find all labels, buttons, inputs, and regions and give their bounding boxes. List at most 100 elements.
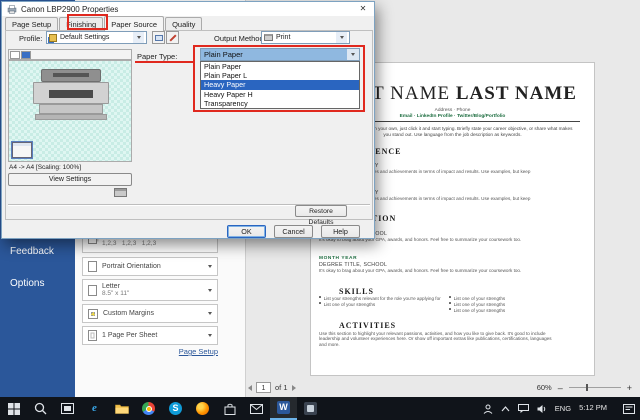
pages-per-sheet-dropdown[interactable]: 1 Page Per Sheet [82,326,218,345]
cancel-button[interactable]: Cancel [274,225,313,238]
option-plain-paper-l[interactable]: Plain Paper L [201,71,359,80]
option-heavy-paper[interactable]: Heavy Paper [201,80,359,89]
paper-type-label: Paper Type: [137,52,177,61]
clock[interactable]: 5:12 PM [579,404,607,412]
paper-type-dropdown[interactable]: Plain Paper [200,48,360,61]
file-explorer-button[interactable] [108,397,135,420]
chevron-down-icon [208,265,212,268]
education-dates: MONTH YEAR [319,256,357,261]
education-desc: It's okay to brag about your GPA, awards… [319,268,527,274]
sidebar-item-feedback[interactable]: Feedback [10,246,54,257]
paper-tray-icon[interactable] [12,142,32,158]
activities-text: Use this section to highlight your relev… [319,331,559,347]
activities-heading: ACTIVITIES [339,321,396,330]
option-transparency[interactable]: Transparency [201,99,359,108]
printer-view-button[interactable] [21,51,31,59]
skype-button[interactable]: S [162,397,189,420]
zoom-slider-thumb[interactable] [586,384,588,391]
chevron-down-icon [137,36,141,39]
language-indicator[interactable]: ENG [555,404,571,413]
sidebar-item-options[interactable]: Options [10,278,44,289]
tab-quality[interactable]: Quality [165,17,202,31]
skills-column-left: List your strengths relevant for the rol… [319,296,443,308]
edit-profile-icon [169,34,176,41]
zoom-slider[interactable] [569,387,621,388]
view-settings-button[interactable]: View Settings [8,173,132,186]
chrome-icon [142,402,155,415]
printer-status-icon [114,188,127,197]
file-explorer-icon [115,403,129,414]
chrome-button[interactable] [135,397,162,420]
option-plain-paper[interactable]: Plain Paper [201,62,359,71]
add-profile-button[interactable] [152,31,165,44]
letter-icon [88,285,97,296]
dialog-titlebar: Canon LBP2900 Properties ✕ [2,2,374,16]
orientation-dropdown[interactable]: Portrait Orientation [82,257,218,276]
chevron-down-icon [340,36,344,39]
app-button[interactable] [297,397,324,420]
zoom-out-button[interactable]: – [558,383,563,393]
taskbar: e S W ENG 5:12 PM [0,397,640,420]
page-count-label: of 1 [275,383,288,392]
profile-label: Profile: [19,34,42,43]
feedback-hub-icon[interactable] [518,404,529,413]
page-setup-link[interactable]: Page Setup [82,347,218,356]
help-button[interactable]: Help [321,225,360,238]
pages-per-sheet-label: 1 Page Per Sheet [102,332,157,339]
chevron-up-icon[interactable] [501,406,510,412]
paper-type-value: Plain Paper [204,50,243,59]
firefox-button[interactable] [189,397,216,420]
margins-label: Custom Margins [103,310,154,317]
previous-page-button[interactable] [248,385,252,391]
add-profile-icon [155,35,163,41]
restore-defaults-button[interactable]: Restore Defaults [295,205,347,217]
zoom-in-button[interactable]: + [627,383,632,393]
ok-button[interactable]: OK [227,225,266,238]
edit-profile-button[interactable] [166,31,179,44]
margins-dropdown[interactable]: Custom Margins [82,304,218,323]
close-icon[interactable]: ✕ [355,3,371,15]
chevron-down-icon [351,53,355,56]
page-per-sheet-icon [88,330,97,341]
collated-sub: 1,2,3 1,2,3 1,2,3 [102,240,156,247]
preview-toolbar [8,49,132,60]
word-button[interactable]: W [270,397,297,420]
page-view-button[interactable] [10,51,20,59]
profile-dropdown[interactable]: Default Settings [46,31,147,44]
margins-icon [88,309,98,319]
profile-value: Default Settings [60,34,109,41]
search-icon [34,402,47,415]
paper-type-options-list: Plain Paper Plain Paper L Heavy Paper He… [200,61,360,109]
edge-button[interactable]: e [81,397,108,420]
people-icon[interactable] [483,404,493,414]
page-number-input[interactable]: 1 [256,382,271,393]
paper-size-dropdown[interactable]: Letter 8.5" x 11" [82,279,218,301]
tab-page-setup[interactable]: Page Setup [5,17,58,31]
tab-paper-source[interactable]: Paper Source [104,16,164,31]
store-icon [224,403,236,415]
system-tray: ENG 5:12 PM [483,404,640,414]
dialog-title: Canon LBP2900 Properties [21,5,118,14]
search-button[interactable] [27,397,54,420]
paper-size-sub: 8.5" x 11" [102,290,129,297]
tab-finishing[interactable]: Finishing [59,17,103,31]
screen: Feedback Options Collated 1,2,3 1,2,3 1,… [0,0,640,420]
chevron-down-icon [208,289,212,292]
store-button[interactable] [216,397,243,420]
zoom-level[interactable]: 60% [537,383,552,392]
dialog-tabs: Page Setup Finishing Paper Source Qualit… [5,17,203,31]
option-heavy-paper-h[interactable]: Heavy Paper H [201,90,359,99]
printer-icon [7,5,17,14]
printer-preview [8,60,132,162]
skills-heading: SKILLS [339,287,374,296]
start-button[interactable] [0,397,27,420]
task-view-button[interactable] [54,397,81,420]
mail-button[interactable] [243,397,270,420]
edge-icon: e [92,403,97,414]
start-icon [8,403,20,415]
speaker-icon[interactable] [537,404,547,414]
output-method-dropdown[interactable]: Print [261,31,350,44]
next-page-button[interactable] [292,385,296,391]
output-method-label: Output Method: [214,34,266,43]
action-center-icon[interactable] [623,404,635,414]
